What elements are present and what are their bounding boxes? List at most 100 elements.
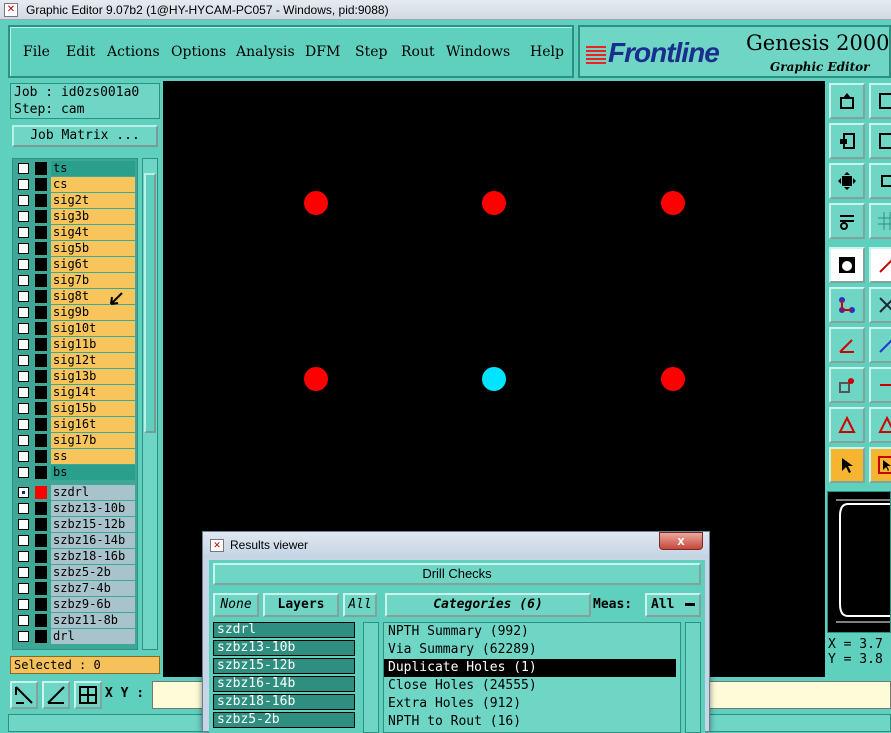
layer-checkbox[interactable] (18, 339, 29, 350)
layer-color-swatch[interactable] (35, 162, 47, 175)
layer-checkbox[interactable] (18, 615, 29, 626)
layer-color-swatch[interactable] (35, 434, 47, 447)
layer-checkbox[interactable] (18, 259, 29, 270)
tools-icon[interactable] (829, 203, 865, 239)
layer-name[interactable]: sig15b (51, 401, 135, 416)
layer-checkbox[interactable] (18, 503, 29, 514)
layer-checkbox[interactable] (18, 551, 29, 562)
menu-dfm[interactable]: DFM (305, 44, 340, 60)
layer-name[interactable]: sig16t (51, 417, 135, 432)
layer-color-swatch[interactable] (35, 630, 47, 643)
pointer-select-icon[interactable] (869, 447, 891, 483)
layer-row[interactable]: szbz7-4b (16, 581, 136, 596)
layer-name[interactable]: szbz7-4b (51, 581, 135, 596)
frame-icon[interactable] (869, 123, 891, 159)
results-category-item[interactable]: NPTH to Rout (16) (384, 713, 676, 731)
layer-color-swatch[interactable] (35, 550, 47, 563)
pointer-icon[interactable] (829, 447, 865, 483)
drill-hole-red[interactable] (304, 191, 328, 215)
menu-analysis[interactable]: Analysis (236, 44, 295, 60)
results-viewer-titlebar[interactable]: ✕ Results viewer x (203, 532, 709, 558)
results-category-item[interactable]: Duplicate Holes (1) (384, 659, 676, 677)
layer-name[interactable]: sig3b (51, 209, 135, 224)
layer-checkbox[interactable] (18, 487, 29, 498)
menu-step[interactable]: Step (355, 44, 387, 60)
all-button[interactable]: All (343, 593, 377, 617)
layer-color-swatch[interactable] (35, 194, 47, 207)
meas-select[interactable]: All (645, 593, 701, 617)
layer-name[interactable]: ss (51, 449, 135, 464)
layer-checkbox[interactable] (18, 243, 29, 254)
layer-color-swatch[interactable] (35, 306, 47, 319)
layer-row[interactable]: sig7b (16, 273, 136, 288)
layer-row[interactable]: sig10t (16, 321, 136, 336)
layer-checkbox[interactable] (18, 519, 29, 530)
layer-checkbox[interactable] (18, 179, 29, 190)
import-icon[interactable] (829, 83, 865, 119)
layer-color-swatch[interactable] (35, 370, 47, 383)
overview-preview[interactable] (827, 491, 891, 633)
layer-checkbox[interactable] (18, 451, 29, 462)
layer-checkbox[interactable] (18, 371, 29, 382)
layer-name[interactable]: sig10t (51, 321, 135, 336)
layer-row[interactable]: sig6t (16, 257, 136, 272)
layer-name[interactable]: sig13b (51, 369, 135, 384)
results-category-item[interactable]: Via Summary (62289) (384, 641, 676, 659)
menu-options[interactable]: Options (171, 44, 226, 60)
layer-color-swatch[interactable] (35, 466, 47, 479)
layer-row[interactable]: szbz15-12b (16, 517, 136, 532)
layer-checkbox[interactable] (18, 419, 29, 430)
results-layer-item[interactable]: szbz13-10b (213, 640, 355, 656)
layer-color-swatch[interactable] (35, 614, 47, 627)
layer-row[interactable]: cs (16, 177, 136, 192)
layer-name[interactable]: bs (51, 465, 135, 480)
layer-checkbox[interactable] (18, 435, 29, 446)
snap-icon[interactable] (42, 681, 70, 709)
grid-snap-icon[interactable] (74, 681, 102, 709)
results-layer-item[interactable]: szbz5-2b (213, 712, 355, 728)
polygon-icon[interactable] (869, 407, 891, 443)
layer-row[interactable]: sig2t (16, 193, 136, 208)
results-layer-item[interactable]: szbz16-14b (213, 676, 355, 692)
results-category-scrollbar[interactable] (685, 622, 701, 733)
layer-name[interactable]: sig12t (51, 353, 135, 368)
scroll-thumb[interactable] (144, 173, 156, 433)
menu-windows[interactable]: Windows (446, 44, 510, 60)
cross-icon[interactable] (869, 287, 891, 323)
layer-color-swatch[interactable] (35, 402, 47, 415)
layer-color-swatch[interactable] (35, 534, 47, 547)
menu-edit[interactable]: Edit (66, 44, 95, 60)
layer-checkbox[interactable] (18, 567, 29, 578)
layer-row[interactable]: szbz13-10b (16, 501, 136, 516)
layer-name[interactable]: sig5b (51, 241, 135, 256)
results-layer-item[interactable]: szdrl (213, 622, 355, 638)
triangle-icon[interactable] (829, 407, 865, 443)
layer-list-scrollbar[interactable] (142, 158, 158, 650)
results-layer-scrollbar[interactable] (363, 622, 379, 733)
layer-color-swatch[interactable] (35, 258, 47, 271)
layer-checkbox[interactable] (18, 535, 29, 546)
menu-file[interactable]: File (23, 44, 50, 60)
drill-hole-red[interactable] (482, 191, 506, 215)
results-layer-item[interactable]: szbz15-12b (213, 658, 355, 674)
layer-color-swatch[interactable] (35, 274, 47, 287)
layer-color-swatch[interactable] (35, 598, 47, 611)
layer-checkbox[interactable] (18, 323, 29, 334)
layer-name[interactable]: szbz9-6b (51, 597, 135, 612)
results-category-item[interactable]: Extra Holes (912) (384, 695, 676, 713)
dash-icon[interactable] (869, 367, 891, 403)
menu-rout[interactable]: Rout (401, 44, 435, 60)
layer-row[interactable]: sig3b (16, 209, 136, 224)
layer-row[interactable]: sig4t (16, 225, 136, 240)
layer-color-swatch[interactable] (35, 338, 47, 351)
layer-name[interactable]: sig9b (51, 305, 135, 320)
layer-row[interactable]: szdrl (16, 485, 136, 500)
layer-row[interactable]: ss (16, 449, 136, 464)
layer-name[interactable]: szbz5-2b (51, 565, 135, 580)
layer-name[interactable]: sig4t (51, 225, 135, 240)
window-icon[interactable] (869, 83, 891, 119)
layer-color-swatch[interactable] (35, 290, 47, 303)
results-layer-item[interactable]: szbz18-16b (213, 694, 355, 710)
zoom-icon[interactable] (869, 163, 891, 199)
layer-checkbox[interactable] (18, 211, 29, 222)
